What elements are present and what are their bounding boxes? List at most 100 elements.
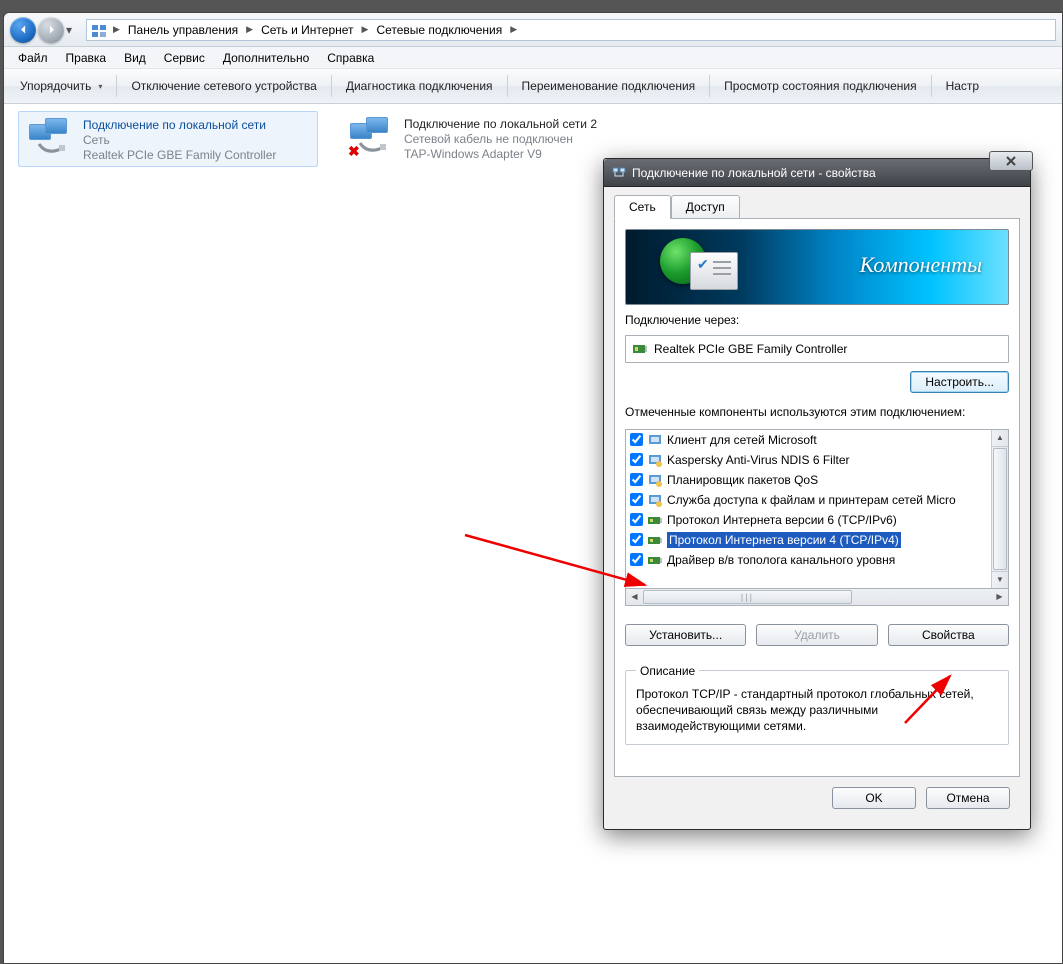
connection-text: Подключение по локальной сети 2 Сетевой …: [404, 117, 597, 161]
components-listbox[interactable]: Клиент для сетей Microsoft Kaspersky Anti…: [625, 429, 1009, 589]
dialog-titlebar[interactable]: Подключение по локальной сети - свойства: [604, 159, 1030, 187]
nav-forward-button[interactable]: [38, 17, 64, 43]
component-checkbox[interactable]: [630, 493, 643, 506]
nav-back-button[interactable]: [10, 17, 36, 43]
breadcrumb-connections[interactable]: Сетевые подключения: [372, 23, 506, 37]
component-checkbox[interactable]: [630, 473, 643, 486]
install-button[interactable]: Установить...: [625, 624, 746, 646]
address-bar[interactable]: ▶ Панель управления ▶ Сеть и Интернет ▶ …: [86, 19, 1056, 41]
organize-button[interactable]: Упорядочить: [8, 73, 114, 99]
component-icon: [647, 512, 663, 528]
vertical-scrollbar[interactable]: ▲ ▼: [991, 430, 1008, 588]
rename-button[interactable]: Переименование подключения: [510, 73, 708, 99]
dialog-body: Сеть Доступ Компоненты Подключение через…: [604, 187, 1030, 829]
connection-status: Сеть: [83, 133, 276, 147]
components-used-label: Отмеченные компоненты используются этим …: [625, 405, 1009, 421]
error-x-icon: ✖: [348, 143, 360, 160]
connection-device: Realtek PCIe GBE Family Controller: [83, 148, 276, 162]
device-name-text: Realtek PCIe GBE Family Controller: [654, 342, 847, 356]
scroll-up-button[interactable]: ▲: [992, 430, 1008, 447]
component-row[interactable]: Протокол Интернета версии 4 (TCP/IPv4): [626, 530, 991, 550]
component-row[interactable]: Планировщик пакетов QoS: [626, 470, 991, 490]
scroll-down-button[interactable]: ▼: [992, 571, 1008, 588]
menu-view[interactable]: Вид: [116, 49, 154, 67]
description-text: Протокол TCP/IP - стандартный протокол г…: [636, 686, 998, 735]
component-label: Служба доступа к файлам и принтерам сете…: [667, 493, 956, 507]
menu-file[interactable]: Файл: [10, 49, 56, 67]
chevron-right-icon: ▶: [360, 24, 371, 35]
component-checkbox[interactable]: [630, 533, 643, 546]
separator: [331, 75, 332, 97]
scroll-right-button[interactable]: ▶: [991, 589, 1008, 605]
ok-button[interactable]: OK: [832, 787, 916, 809]
component-row[interactable]: Протокол Интернета версии 6 (TCP/IPv6): [626, 510, 991, 530]
components-listbox-wrapper: Клиент для сетей Microsoft Kaspersky Anti…: [625, 429, 1009, 606]
component-row[interactable]: Клиент для сетей Microsoft: [626, 430, 991, 450]
horizontal-scrollbar[interactable]: ◀ ||| ▶: [625, 589, 1009, 606]
component-checkbox[interactable]: [630, 453, 643, 466]
breadcrumb-root[interactable]: Панель управления: [124, 23, 242, 37]
disable-device-button[interactable]: Отключение сетевого устройства: [119, 73, 328, 99]
component-label: Kaspersky Anti-Virus NDIS 6 Filter: [667, 453, 850, 467]
menu-help[interactable]: Справка: [319, 49, 382, 67]
dialog-close-button[interactable]: [989, 151, 1033, 171]
component-checkbox[interactable]: [630, 513, 643, 526]
dialog-footer: OK Отмена: [614, 777, 1020, 819]
tab-access[interactable]: Доступ: [671, 195, 740, 219]
remove-button: Удалить: [756, 624, 877, 646]
scroll-left-button[interactable]: ◀: [626, 589, 643, 605]
component-row[interactable]: Kaspersky Anti-Virus NDIS 6 Filter: [626, 450, 991, 470]
properties-button[interactable]: Свойства: [888, 624, 1009, 646]
description-group: Описание Протокол TCP/IP - стандартный п…: [625, 664, 1009, 746]
configure-button[interactable]: Настроить...: [910, 371, 1009, 393]
connection-item-lan1[interactable]: Подключение по локальной сети Сеть Realt…: [18, 111, 318, 167]
separator: [931, 75, 932, 97]
separator: [507, 75, 508, 97]
component-label: Протокол Интернета версии 4 (TCP/IPv4): [667, 532, 901, 548]
device-name-box: Realtek PCIe GBE Family Controller: [625, 335, 1009, 363]
component-checkbox[interactable]: [630, 553, 643, 566]
component-icon: [647, 432, 663, 448]
settings-button[interactable]: Настр: [934, 73, 992, 99]
component-icon: [647, 492, 663, 508]
chevron-right-icon: ▶: [244, 24, 255, 35]
tab-network[interactable]: Сеть: [614, 195, 671, 219]
scroll-thumb[interactable]: |||: [643, 590, 852, 604]
component-label: Планировщик пакетов QoS: [667, 473, 818, 487]
nic-icon: [632, 341, 648, 357]
connect-using-label: Подключение через:: [625, 313, 1009, 327]
separator: [116, 75, 117, 97]
component-icon: [647, 452, 663, 468]
network-icon: [612, 166, 626, 180]
menu-bar: Файл Правка Вид Сервис Дополнительно Спр…: [4, 47, 1062, 69]
diagnose-button[interactable]: Диагностика подключения: [334, 73, 505, 99]
connection-status: Сетевой кабель не подключен: [404, 132, 597, 146]
connection-text: Подключение по локальной сети Сеть Realt…: [83, 118, 276, 162]
description-legend: Описание: [636, 664, 699, 678]
component-checkbox[interactable]: [630, 433, 643, 446]
menu-edit[interactable]: Правка: [58, 49, 115, 67]
scroll-thumb[interactable]: [993, 448, 1007, 570]
connection-item-lan2[interactable]: ✖ Подключение по локальной сети 2 Сетево…: [340, 111, 640, 167]
components-banner: Компоненты: [625, 229, 1009, 305]
connection-title: Подключение по локальной сети 2: [404, 117, 597, 131]
breadcrumb-network[interactable]: Сеть и Интернет: [257, 23, 357, 37]
view-status-button[interactable]: Просмотр состояния подключения: [712, 73, 928, 99]
tab-panel-network: Компоненты Подключение через: Realtek PC…: [614, 218, 1020, 777]
network-adapter-icon: [27, 118, 75, 160]
nav-history-dropdown[interactable]: ▾: [66, 23, 78, 37]
nav-toolbar: ▾ ▶ Панель управления ▶ Сеть и Интернет …: [4, 13, 1062, 47]
component-label: Драйвер в/в тополога канального уровня: [667, 553, 895, 567]
connection-device: TAP-Windows Adapter V9: [404, 147, 597, 161]
menu-tools[interactable]: Сервис: [156, 49, 213, 67]
menu-advanced[interactable]: Дополнительно: [215, 49, 317, 67]
component-row[interactable]: Служба доступа к файлам и принтерам сете…: [626, 490, 991, 510]
component-label: Протокол Интернета версии 6 (TCP/IPv6): [667, 513, 897, 527]
component-icon: [647, 532, 663, 548]
component-icon: [647, 472, 663, 488]
component-actions: Установить... Удалить Свойства: [625, 624, 1009, 646]
cancel-button[interactable]: Отмена: [926, 787, 1010, 809]
component-row[interactable]: Драйвер в/в тополога канального уровня: [626, 550, 991, 570]
command-bar: Упорядочить Отключение сетевого устройст…: [4, 69, 1062, 104]
connection-title: Подключение по локальной сети: [83, 118, 276, 132]
